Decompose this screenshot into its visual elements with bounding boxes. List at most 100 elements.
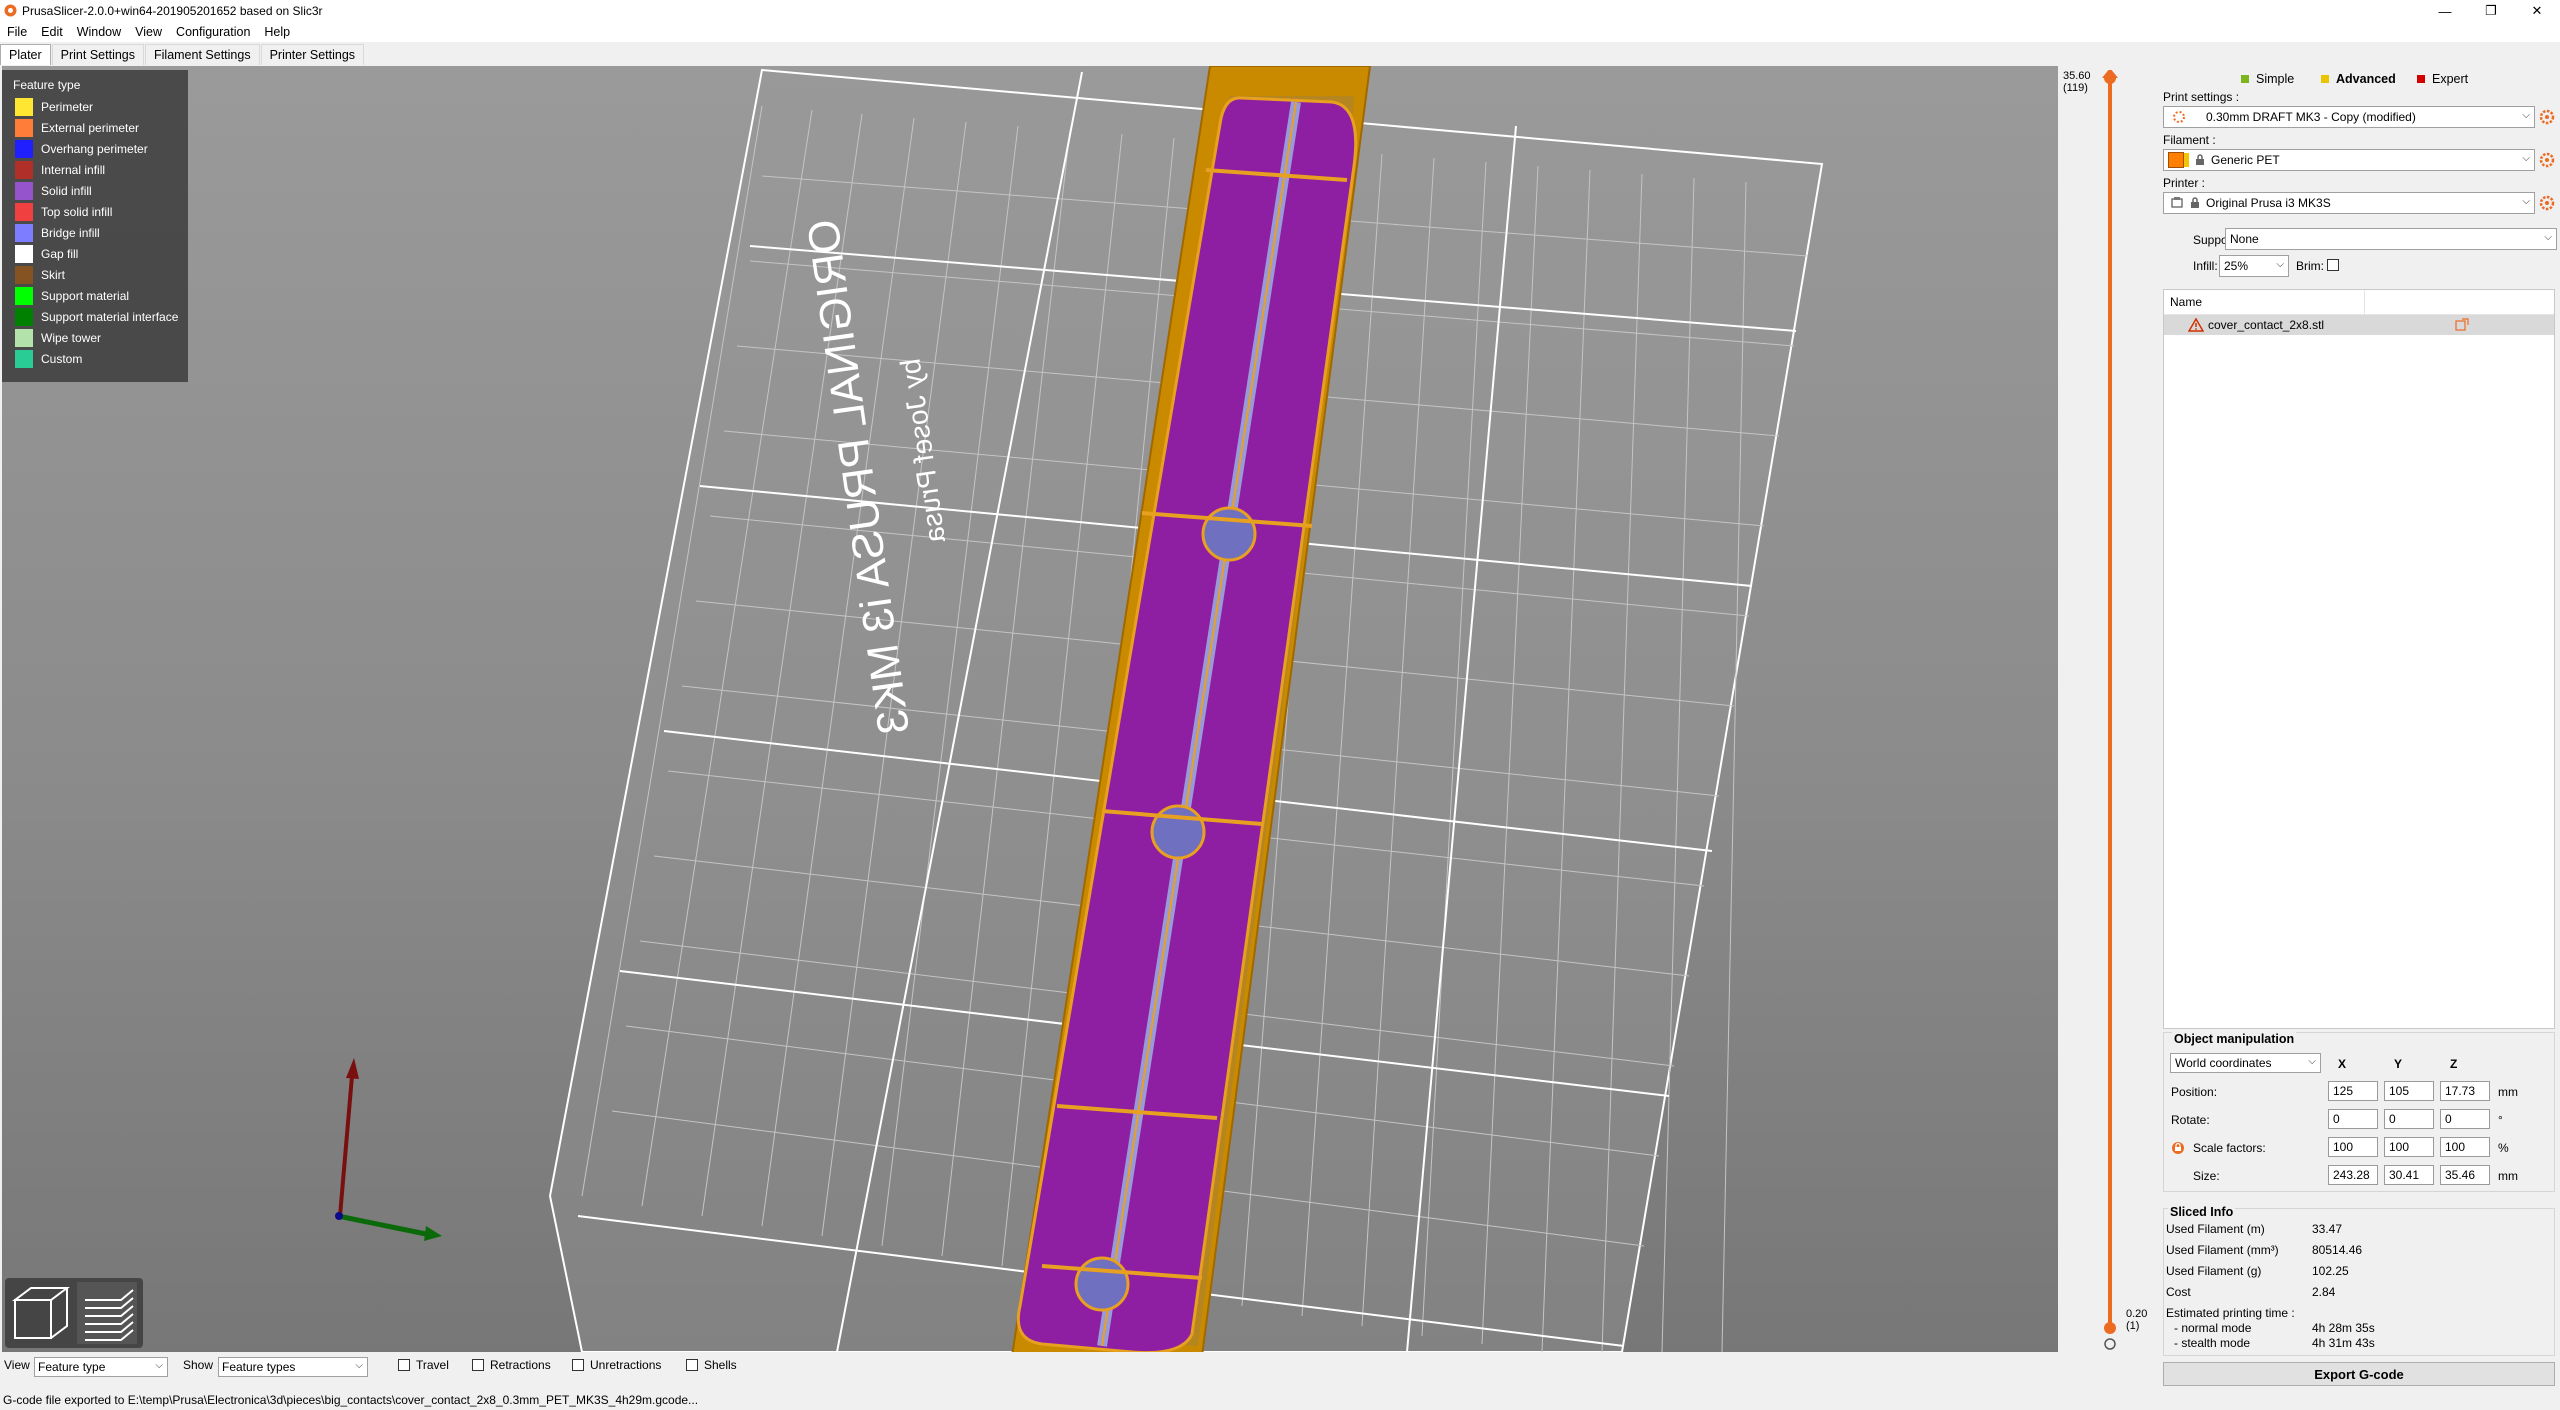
layer-slider-bottom-value: 0.20	[2126, 1308, 2148, 1320]
legend-item: Wipe tower	[15, 329, 101, 347]
unretractions-checkbox[interactable]	[572, 1359, 584, 1371]
slider-lock-icon[interactable]	[2104, 1338, 2116, 1350]
position-z-field[interactable]: 17.73	[2440, 1081, 2490, 1101]
rotate-x-field[interactable]: 0	[2328, 1109, 2378, 1129]
brim-checkbox[interactable]	[2327, 259, 2339, 271]
legend-item: Support material	[15, 287, 129, 305]
shells-checkbox[interactable]	[686, 1359, 698, 1371]
mode-indicator-icon	[2241, 75, 2249, 83]
info-value: 102.25	[2312, 1264, 2349, 1278]
object-row[interactable]: cover_contact_2x8.stl	[2164, 315, 2554, 335]
position-y-field[interactable]: 105	[2384, 1081, 2434, 1101]
rotate-label: Rotate:	[2171, 1113, 2210, 1127]
scale-z-field[interactable]: 100	[2440, 1137, 2490, 1157]
3d-view-icon[interactable]	[12, 1287, 70, 1339]
size-x-field[interactable]: 243.28	[2328, 1165, 2378, 1185]
info-value: 33.47	[2312, 1222, 2343, 1236]
position-unit: mm	[2498, 1085, 2518, 1099]
menu-view[interactable]: View	[128, 22, 169, 42]
view-type-combo[interactable]: Feature type ⌵	[34, 1357, 168, 1377]
z-axis	[335, 1212, 343, 1220]
axis-x-label: X	[2338, 1057, 2347, 1071]
printer-icon	[2171, 197, 2183, 208]
layer-slider-top-layer: (119)	[2063, 82, 2088, 94]
edit-settings-icon[interactable]	[2455, 318, 2469, 332]
printer-combo[interactable]: Original Prusa i3 MK3S ⌵	[2163, 192, 2535, 214]
tab-printer-settings[interactable]: Printer Settings	[260, 44, 365, 65]
warning-icon[interactable]	[2188, 318, 2204, 332]
info-label: Used Filament (m)	[2166, 1222, 2265, 1236]
export-gcode-button[interactable]: Export G-code	[2163, 1362, 2555, 1386]
travel-toggle[interactable]: Travel	[398, 1358, 449, 1372]
menu-window[interactable]: Window	[70, 22, 128, 42]
mode-advanced[interactable]: Advanced	[2321, 72, 2396, 86]
rotate-z-field[interactable]: 0	[2440, 1109, 2490, 1129]
scale-unit: %	[2498, 1141, 2509, 1155]
menu-help[interactable]: Help	[257, 22, 297, 42]
info-label: - normal mode	[2174, 1321, 2252, 1335]
lock-scale-icon[interactable]	[2171, 1141, 2185, 1155]
legend-swatch	[15, 350, 33, 368]
print-settings-label: Print settings :	[2163, 90, 2240, 104]
x-axis	[337, 1213, 427, 1237]
mode-simple[interactable]: Simple	[2241, 72, 2294, 86]
tab-print-settings[interactable]: Print Settings	[51, 44, 144, 65]
filament-combo[interactable]: Generic PET ⌵	[2163, 149, 2535, 171]
infill-combo[interactable]: 25% ⌵	[2219, 255, 2289, 277]
info-label: Estimated printing time :	[2166, 1306, 2295, 1320]
sliced-info-title: Sliced Info	[2168, 1205, 2236, 1219]
window-title: PrusaSlicer-2.0.0+win64-201905201652 bas…	[22, 4, 323, 18]
3d-viewport[interactable]: ORIGINAL PRUSA i3 MK3 by Josef Prusa	[2, 66, 2058, 1352]
tab-filament-settings[interactable]: Filament Settings	[145, 44, 260, 65]
rotate-y-field[interactable]: 0	[2384, 1109, 2434, 1129]
legend-item: Top solid infill	[15, 203, 112, 221]
legend-item: Solid infill	[15, 182, 92, 200]
position-x-field[interactable]: 125	[2328, 1081, 2378, 1101]
retractions-toggle[interactable]: Retractions	[472, 1358, 551, 1372]
scale-y-field[interactable]: 100	[2384, 1137, 2434, 1157]
scale-x-field[interactable]: 100	[2328, 1137, 2378, 1157]
coordinate-system-combo[interactable]: World coordinates ⌵	[2170, 1053, 2321, 1073]
filament-gear-icon[interactable]	[2539, 152, 2555, 168]
printer-gear-icon[interactable]	[2539, 195, 2555, 211]
legend-swatch	[15, 203, 33, 221]
layers-view-icon[interactable]	[77, 1282, 137, 1344]
object-list-header: Name	[2164, 290, 2554, 315]
infill-label: Infill:	[2193, 259, 2218, 273]
size-z-field[interactable]: 35.46	[2440, 1165, 2490, 1185]
travel-checkbox[interactable]	[398, 1359, 410, 1371]
maximize-button[interactable]: ❐	[2468, 0, 2514, 22]
minimize-button[interactable]: —	[2422, 0, 2468, 22]
chevron-down-icon: ⌵	[2308, 1056, 2316, 1067]
mode-indicator-icon	[2417, 75, 2425, 83]
menu-file[interactable]: File	[0, 22, 34, 42]
mount-hole-1	[1201, 506, 1257, 562]
axis-z-label: Z	[2450, 1057, 2458, 1071]
size-y-field[interactable]: 30.41	[2384, 1165, 2434, 1185]
print-settings-gear-icon[interactable]	[2539, 109, 2555, 125]
menu-edit[interactable]: Edit	[34, 22, 70, 42]
object-name: cover_contact_2x8.stl	[2208, 318, 2325, 332]
name-column-header[interactable]: Name	[2170, 295, 2202, 309]
legend-item: Custom	[15, 350, 82, 368]
info-label: - stealth mode	[2174, 1336, 2251, 1350]
retractions-checkbox[interactable]	[472, 1359, 484, 1371]
show-combo[interactable]: Feature types ⌵	[218, 1357, 368, 1377]
supports-combo[interactable]: None ⌵	[2225, 228, 2557, 250]
mode-expert[interactable]: Expert	[2417, 72, 2468, 86]
lock-icon	[2196, 154, 2204, 165]
print-settings-combo[interactable]: 0.30mm DRAFT MK3 - Copy (modified) ⌵	[2163, 106, 2535, 128]
layer-slider[interactable]	[2098, 70, 2122, 1350]
info-label: Used Filament (g)	[2166, 1264, 2262, 1278]
unretractions-toggle[interactable]: Unretractions	[572, 1358, 661, 1372]
shells-toggle[interactable]: Shells	[686, 1358, 737, 1372]
title-bar: PrusaSlicer-2.0.0+win64-201905201652 bas…	[0, 0, 2560, 22]
close-button[interactable]: ✕	[2514, 0, 2560, 22]
feature-type-legend: Feature type Perimeter External perimete…	[2, 70, 188, 382]
menu-configuration[interactable]: Configuration	[169, 22, 257, 42]
tab-plater[interactable]: Plater	[0, 44, 51, 65]
slider-bottom-thumb[interactable]	[2104, 1322, 2116, 1334]
legend-item: Gap fill	[15, 245, 78, 263]
menu-bar: File Edit Window View Configuration Help	[0, 22, 2560, 42]
legend-swatch	[15, 245, 33, 263]
